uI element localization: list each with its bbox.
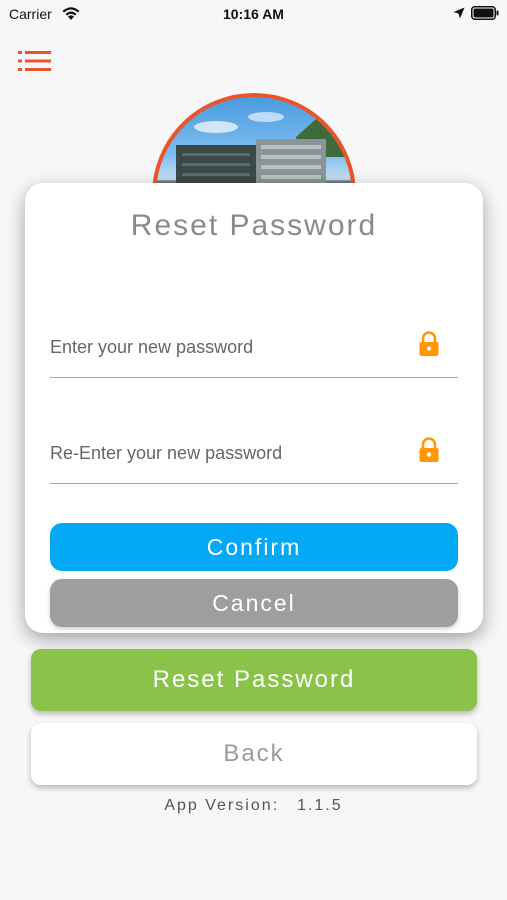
location-arrow-icon [453, 7, 465, 19]
clock: 10:16 AM [223, 6, 284, 22]
reset-password-screen: Carrier 10:16 AM Reset Password Confirm … [0, 0, 507, 900]
lock-icon [419, 437, 439, 462]
new-password-input[interactable] [50, 332, 410, 362]
reenter-password-field [50, 424, 458, 484]
reset-password-button[interactable]: Reset Password [31, 649, 477, 711]
back-button[interactable]: Back [31, 723, 477, 785]
app-version-number: 1.1.5 [297, 797, 343, 814]
dialog-title: Reset Password [130, 209, 378, 242]
new-password-field [50, 318, 458, 378]
cancel-button[interactable]: Cancel [50, 579, 458, 627]
confirm-button[interactable]: Confirm [50, 523, 458, 571]
app-version-label: App Version: [164, 797, 280, 814]
status-bar: Carrier 10:16 AM [0, 0, 507, 28]
lock-icon [419, 331, 439, 356]
reenter-password-input[interactable] [50, 438, 410, 468]
battery-icon [471, 6, 499, 20]
list-menu-icon[interactable] [18, 50, 52, 72]
reset-password-dialog: Reset Password Confirm Cancel [25, 183, 483, 633]
app-version: App Version: 1.1.5 [0, 797, 507, 815]
